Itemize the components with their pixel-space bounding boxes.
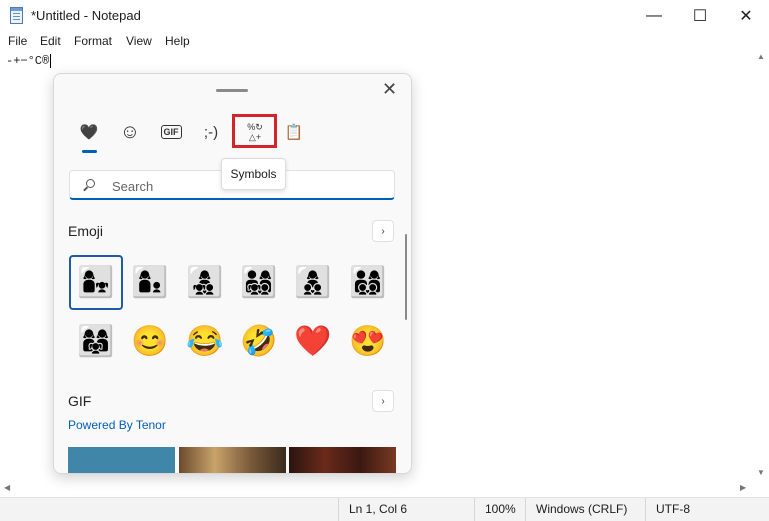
scroll-left-arrow[interactable]: ◀ (4, 483, 10, 492)
menu-edit[interactable]: Edit (40, 34, 61, 48)
tab-clipboard[interactable]: 📋 (279, 118, 309, 146)
menu-format[interactable]: Format (74, 34, 112, 48)
notepad-icon (10, 7, 23, 24)
status-position: Ln 1, Col 6 (338, 498, 474, 521)
symbols-tab-highlight (232, 114, 277, 148)
menu-help[interactable]: Help (165, 34, 190, 48)
document-text: -+−°C® (6, 54, 52, 69)
emoji-item[interactable]: 👩‍👦 (123, 255, 177, 310)
menu-view[interactable]: View (126, 34, 152, 48)
status-line-ending: Windows (CRLF) (525, 498, 645, 521)
emoji-item[interactable]: 😊 (123, 314, 177, 369)
window-title: *Untitled - Notepad (31, 8, 141, 23)
search-placeholder: Search (112, 179, 154, 194)
text-caret (50, 54, 52, 68)
emoji-item[interactable]: 🤣 (232, 314, 286, 369)
search-icon (86, 179, 95, 188)
gif-thumbnail[interactable] (68, 447, 175, 473)
emoji-more-button[interactable]: › (372, 220, 394, 242)
chevron-right-icon: › (381, 225, 385, 237)
drag-handle[interactable] (216, 89, 248, 92)
menu-file[interactable]: File (8, 34, 27, 48)
emoji-item[interactable]: 👩‍👦‍👦 (286, 255, 340, 310)
panel-scrollbar[interactable] (405, 234, 407, 320)
gif-section-title: GIF (68, 393, 92, 409)
tab-kaomoji[interactable]: ;-) (196, 118, 226, 146)
title-bar: *Untitled - Notepad — ☐ ✕ (0, 0, 769, 32)
status-bar: Ln 1, Col 6 100% Windows (CRLF) UTF-8 (0, 497, 769, 521)
clipboard-icon: 📋 (284, 124, 304, 141)
emoji-item[interactable]: 👨‍👩‍👧‍👦 (232, 255, 286, 310)
gif-thumbnail[interactable] (179, 447, 286, 473)
favorites-icon: 🖤 (79, 124, 99, 141)
scroll-down-arrow[interactable]: ▼ (757, 468, 765, 477)
emoji-item[interactable]: 👩‍👧 (69, 255, 123, 310)
scroll-right-arrow[interactable]: ▶ (740, 483, 746, 492)
minimize-button[interactable]: — (631, 0, 677, 32)
kaomoji-icon: ;-) (203, 123, 219, 141)
tab-gif[interactable]: GIF (156, 118, 186, 146)
gif-thumbnail[interactable] (289, 447, 396, 473)
vertical-scrollbar[interactable]: ▲ ▼ (752, 50, 769, 496)
emoji-item[interactable]: ❤️ (286, 314, 340, 369)
symbols-tooltip: Symbols (221, 158, 286, 190)
emoji-item[interactable]: 👨‍👩‍👦‍👦 (341, 255, 395, 310)
status-encoding: UTF-8 (645, 498, 751, 521)
chevron-right-icon: › (381, 395, 385, 407)
horizontal-scrollbar[interactable]: ◀ ▶ (0, 480, 752, 496)
close-button[interactable]: ✕ (723, 0, 769, 32)
powered-by-tenor: Powered By Tenor (68, 418, 166, 432)
emoji-section-title: Emoji (68, 223, 104, 239)
scroll-up-arrow[interactable]: ▲ (757, 52, 765, 61)
maximize-button[interactable]: ☐ (677, 0, 723, 32)
gif-icon: GIF (160, 125, 182, 139)
emoji-item[interactable]: 👩‍👧‍👦 (178, 255, 232, 310)
emoji-item[interactable]: 👩‍👩‍👧 (69, 314, 123, 369)
emoji-item[interactable]: 😍 (341, 314, 395, 369)
tab-favorites[interactable]: 🖤 (74, 118, 104, 146)
smiley-icon: ☺ (119, 120, 141, 143)
panel-close-icon[interactable]: ✕ (382, 79, 397, 100)
gif-more-button[interactable]: › (372, 390, 394, 412)
emoji-panel: ✕ 🖤 ☺ GIF ;-) %↻ △+ 📋 Search Symbols Emo… (53, 73, 412, 474)
active-tab-indicator (82, 150, 97, 153)
tab-emoji[interactable]: ☺ (115, 118, 145, 146)
status-zoom: 100% (474, 498, 525, 521)
emoji-item[interactable]: 😂 (178, 314, 232, 369)
